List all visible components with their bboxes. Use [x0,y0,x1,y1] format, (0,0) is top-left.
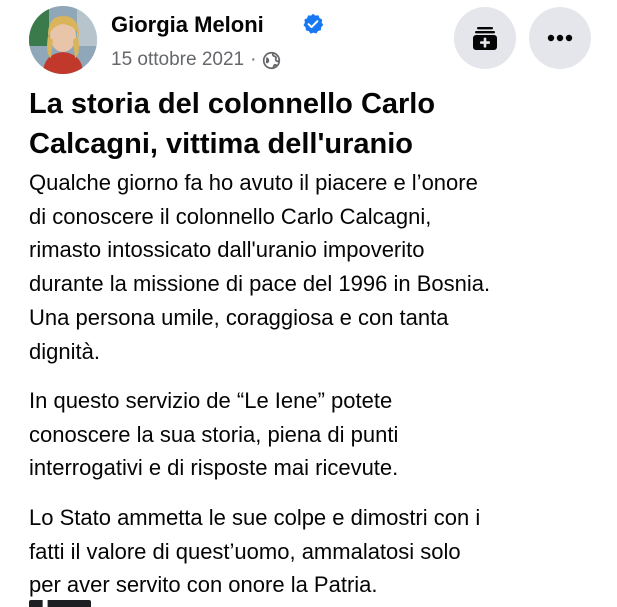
post-title-line: La storia del colonnello Carlo [29,88,436,120]
more-options-button[interactable] [529,7,591,69]
post-paragraph: Qualche giorno fa ho avuto il piacere e … [29,166,614,368]
save-post-button[interactable] [454,7,516,69]
verified-badge-icon [303,13,324,34]
paragraph-line: interrogativi e di risposte mai ricevute… [29,455,399,481]
post-title: La storia del colonnello Carlo Calcagni,… [29,84,609,164]
paragraph-line: durante la missione di pace del 1996 in … [29,271,491,297]
paragraph-line: dignità. [29,338,100,364]
author-avatar[interactable] [29,6,97,74]
post-date[interactable]: 15 ottobre 2021 [111,49,244,71]
avatar-photo [29,6,97,74]
paragraph-line: conoscere la sua storia, piena di punti [29,421,399,447]
cut-off-text-fragment [29,600,91,607]
author-name[interactable]: Giorgia Meloni [111,11,264,39]
globe-icon[interactable] [262,51,281,70]
post-meta: 15 ottobre 2021 · [111,47,281,73]
meta-separator: · [250,49,257,70]
post-paragraph: Lo Stato ammetta le sue colpe e dimostri… [29,501,614,602]
post-title-line: Calcagni, vittima dell'uranio [29,128,413,160]
paragraph-line: In questo servizio de “Le Iene” potete [29,388,393,413]
paragraph-line: di conoscere il colonnello Carlo Calcagn… [29,203,432,229]
paragraph-line: Lo Stato ammetta le sue colpe e dimostri… [29,505,481,530]
post-header: Giorgia Meloni 15 ottobre 2021 · [0,0,617,80]
paragraph-line: per aver servito con onore la Patria. [29,572,378,598]
save-to-collection-icon [473,27,497,50]
facebook-post: Giorgia Meloni 15 ottobre 2021 · La stor… [0,0,617,607]
paragraph-line: rimasto intossicato dall'uranio impoveri… [29,237,425,263]
post-paragraph: In questo servizio de “Le Iene” potete c… [29,384,614,485]
paragraph-line: fatti il valore di quest’uomo, ammalatos… [29,538,461,564]
more-options-icon [547,34,573,42]
paragraph-line: Una persona umile, coraggiosa e con tant… [29,304,449,330]
paragraph-line: Qualche giorno fa ho avuto il piacere e … [29,170,478,195]
